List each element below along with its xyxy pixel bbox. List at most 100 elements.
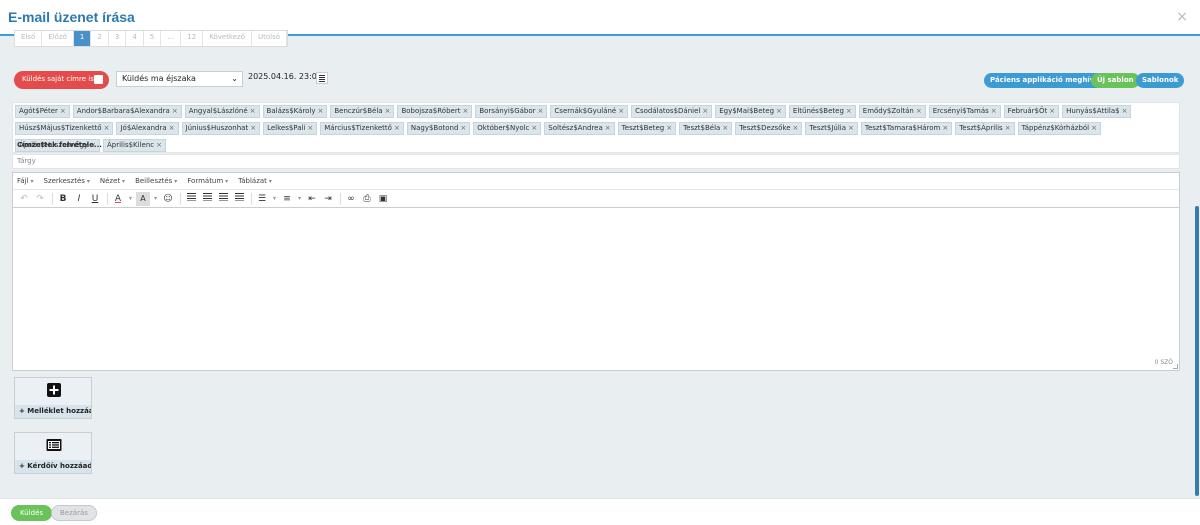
outdent-icon[interactable]: ⇤ xyxy=(305,192,319,206)
remove-chip-icon[interactable]: × xyxy=(702,107,708,115)
recipient-chip[interactable]: Teszt$Április × xyxy=(955,122,1015,135)
background-color-icon[interactable]: A xyxy=(136,191,150,206)
remove-chip-icon[interactable]: × xyxy=(318,107,324,115)
editor-menu-item[interactable]: Nézet xyxy=(100,177,125,185)
underline-icon[interactable]: U xyxy=(88,192,102,206)
align-center-icon[interactable] xyxy=(200,192,214,206)
subject-input[interactable]: Tárgy xyxy=(12,154,1180,169)
remove-chip-icon[interactable]: × xyxy=(666,124,672,132)
redo-icon[interactable]: ↷ xyxy=(33,192,47,206)
italic-icon[interactable]: I xyxy=(72,192,86,206)
image-icon[interactable]: ▣ xyxy=(376,192,390,206)
add-attachment-tile[interactable]: + Melléklet hozzáa... xyxy=(14,377,92,419)
remove-chip-icon[interactable]: × xyxy=(169,124,175,132)
send-time-select[interactable]: Küldés ma éjszaka ⌄ xyxy=(116,71,243,87)
self-send-checkbox[interactable] xyxy=(94,75,103,84)
remove-chip-icon[interactable]: × xyxy=(1091,124,1097,132)
pagination-item[interactable]: Következő xyxy=(203,31,252,46)
recipient-chip[interactable]: Borsányi$Gábor × xyxy=(475,105,548,118)
print-icon[interactable]: ⎙ xyxy=(360,192,374,206)
numbered-list-icon[interactable]: ≡ xyxy=(280,192,294,206)
recipient-chip[interactable]: Angyal$Lászlóné × xyxy=(184,105,260,118)
remove-chip-icon[interactable]: × xyxy=(1122,107,1128,115)
remove-chip-icon[interactable]: × xyxy=(722,124,728,132)
self-send-toggle[interactable]: Küldés saját címre is xyxy=(14,71,109,89)
remove-chip-icon[interactable]: × xyxy=(462,107,468,115)
remove-chip-icon[interactable]: × xyxy=(618,107,624,115)
remove-chip-icon[interactable]: × xyxy=(1005,124,1011,132)
remove-chip-icon[interactable]: × xyxy=(848,124,854,132)
recipient-chip[interactable]: Nagy$Botond × xyxy=(406,122,471,135)
invite-app-button[interactable]: Páciens applikáció meghívó xyxy=(984,73,1106,88)
remove-chip-icon[interactable]: × xyxy=(846,107,852,115)
chevron-down-icon[interactable]: ▾ xyxy=(296,192,303,206)
align-right-icon[interactable] xyxy=(216,192,230,206)
recipient-chip[interactable]: Teszt$Júlia × xyxy=(805,122,858,135)
indent-icon[interactable]: ⇥ xyxy=(321,192,335,206)
datetime-value[interactable]: 2025.04.16. 23:00 xyxy=(248,72,322,81)
pagination-item[interactable]: … xyxy=(161,31,182,46)
editor-menu-item[interactable]: Beillesztés xyxy=(135,177,177,185)
recipient-chip[interactable]: Lelkes$Pali × xyxy=(263,122,318,135)
recipient-chip[interactable]: Balázs$Károly × xyxy=(262,105,328,118)
remove-chip-icon[interactable]: × xyxy=(156,141,162,149)
chevron-down-icon[interactable]: ▾ xyxy=(152,192,159,206)
chevron-down-icon[interactable]: ▾ xyxy=(271,192,278,206)
recipient-chip[interactable]: Húsz$Május$Tizenkettő × xyxy=(15,122,114,135)
pagination-item[interactable]: 3 xyxy=(109,31,127,46)
recipient-chip[interactable]: Táppénz$Kórházból × xyxy=(1017,122,1101,135)
remove-chip-icon[interactable]: × xyxy=(605,124,611,132)
recipient-chip[interactable]: Csodálatos$Dániel × xyxy=(631,105,713,118)
recipient-chip[interactable]: Emődy$Zoltán × xyxy=(858,105,926,118)
editor-menu-item[interactable]: Táblázat xyxy=(238,177,272,185)
editor-menu-item[interactable]: Fájl xyxy=(17,177,34,185)
text-color-icon[interactable]: A xyxy=(111,192,125,206)
recipient-chip[interactable]: Teszt$Dezsőke × xyxy=(735,122,803,135)
recipient-chip[interactable]: Teszt$Tamara$Három × xyxy=(860,122,953,135)
recipient-chip[interactable]: Agót$Péter × xyxy=(15,105,70,118)
recipient-chip[interactable]: Október$Nyolc × xyxy=(473,122,542,135)
scrollbar[interactable] xyxy=(1194,36,1200,496)
remove-chip-icon[interactable]: × xyxy=(307,124,313,132)
close-icon[interactable]: × xyxy=(1176,9,1188,25)
align-justify-icon[interactable] xyxy=(232,192,246,206)
remove-chip-icon[interactable]: × xyxy=(991,107,997,115)
remove-chip-icon[interactable]: × xyxy=(916,107,922,115)
recipient-chip[interactable]: Andor$Barbara$Alexandra × xyxy=(72,105,182,118)
pagination-item[interactable]: Utolsó xyxy=(252,31,288,46)
recipient-chip[interactable]: Ercsényi$Tamás × xyxy=(928,105,1001,118)
remove-chip-icon[interactable]: × xyxy=(250,107,256,115)
recipient-chip[interactable]: Csernák$Gyuláné × xyxy=(550,105,629,118)
pagination-item[interactable]: 12 xyxy=(181,31,204,46)
send-button[interactable]: Küldés xyxy=(11,505,53,521)
remove-chip-icon[interactable]: × xyxy=(942,124,948,132)
editor-menu-item[interactable]: Formátum xyxy=(187,177,228,185)
bullet-list-icon[interactable]: ☰ xyxy=(255,192,269,206)
remove-chip-icon[interactable]: × xyxy=(793,124,799,132)
bold-icon[interactable]: B xyxy=(56,192,70,206)
recipient-chip[interactable]: Bobojsza$Róbert × xyxy=(397,105,473,118)
calendar-icon[interactable] xyxy=(316,72,328,84)
remove-chip-icon[interactable]: × xyxy=(776,107,782,115)
close-button[interactable]: Bezárás xyxy=(51,505,97,521)
recipient-chip[interactable]: Soltész$Andrea × xyxy=(544,122,615,135)
remove-chip-icon[interactable]: × xyxy=(531,124,537,132)
recipient-chip[interactable]: Eltűnés$Beteg × xyxy=(788,105,856,118)
editor-menu-item[interactable]: Szerkesztés xyxy=(44,177,90,185)
recipient-chip[interactable]: Március$Tizenkettő × xyxy=(320,122,404,135)
pagination-item[interactable]: 4 xyxy=(126,31,144,46)
remove-chip-icon[interactable]: × xyxy=(60,107,66,115)
pagination-item[interactable]: Első xyxy=(15,31,43,46)
remove-chip-icon[interactable]: × xyxy=(172,107,178,115)
recipients-field[interactable]: Agót$Péter × Andor$Barbara$Alexandra × Angya… xyxy=(12,102,1180,153)
recipient-chip[interactable]: Február$Öt × xyxy=(1003,105,1060,118)
link-icon[interactable]: ∞ xyxy=(344,192,358,206)
editor-content-area[interactable] xyxy=(13,208,1179,353)
resize-handle[interactable] xyxy=(1173,364,1178,369)
recipient-chip[interactable]: Benczúr$Béla × xyxy=(330,105,395,118)
recipient-chip[interactable]: Április$Kilenc × xyxy=(103,139,166,152)
chevron-down-icon[interactable]: ▾ xyxy=(127,192,134,206)
remove-chip-icon[interactable]: × xyxy=(104,124,110,132)
remove-chip-icon[interactable]: × xyxy=(385,107,391,115)
templates-button[interactable]: Sablonok xyxy=(1136,73,1185,88)
